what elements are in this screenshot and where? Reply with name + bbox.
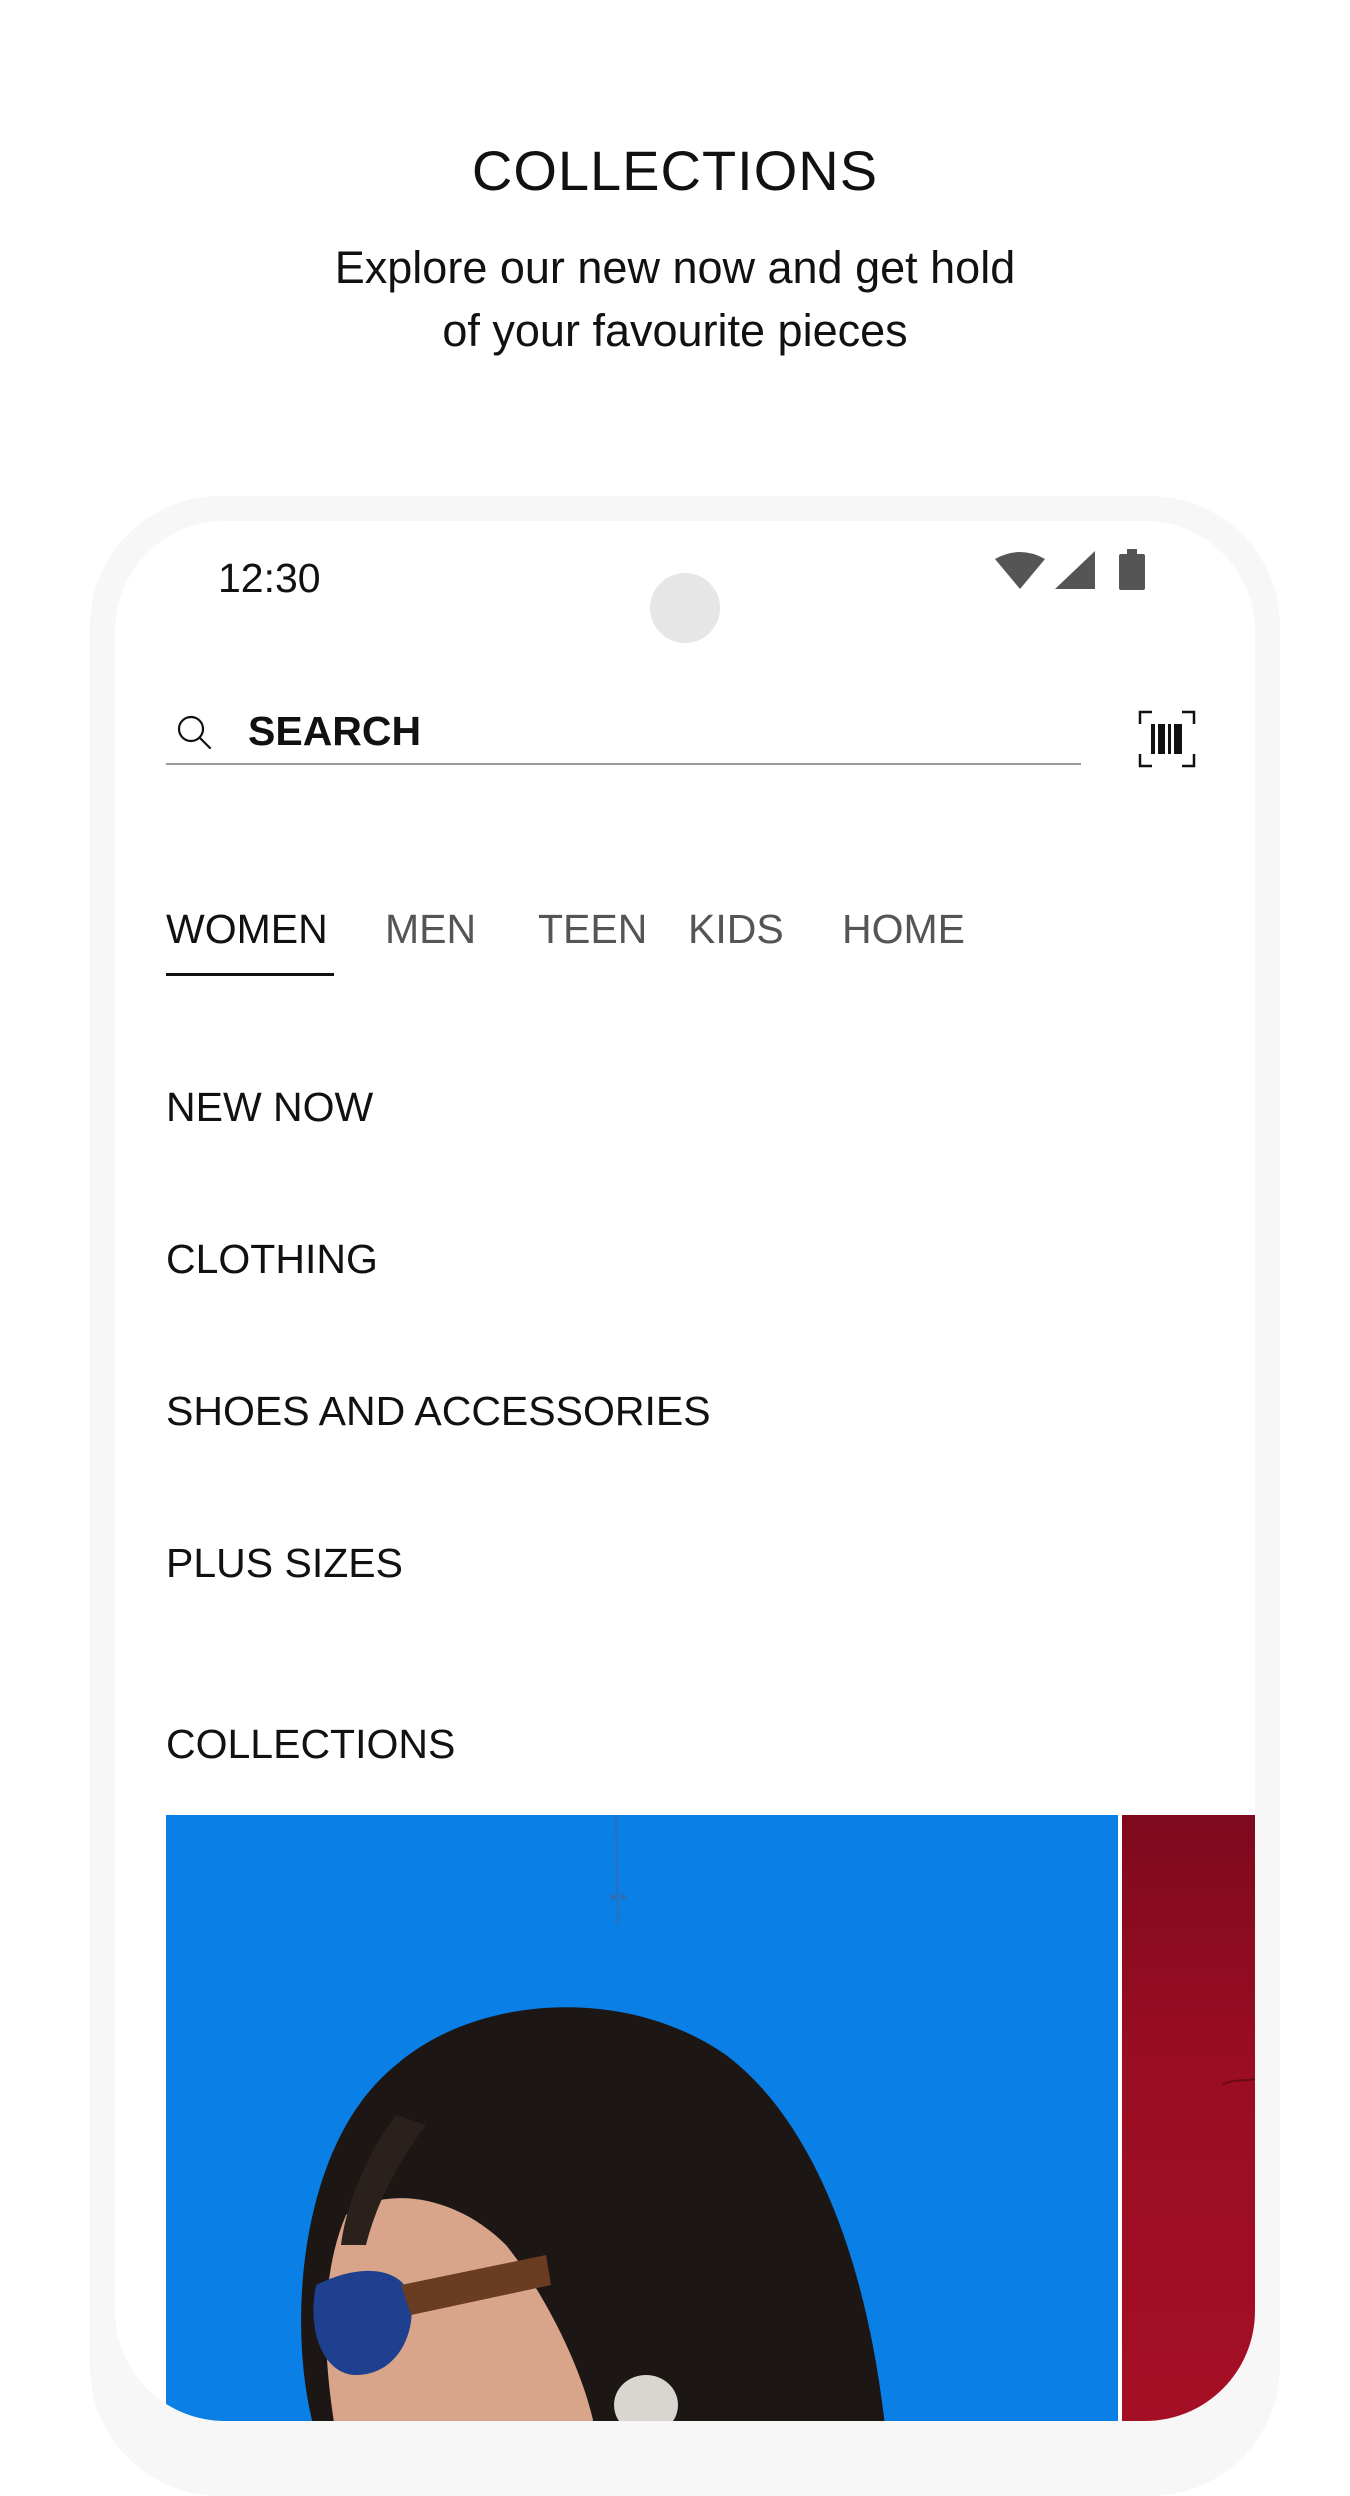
collections-heading: COLLECTIONS (166, 1721, 456, 1767)
promo-title: COLLECTIONS (471, 139, 879, 202)
menu-item-clothing[interactable]: CLOTHING (166, 1236, 378, 1283)
signal-icon (1055, 551, 1095, 589)
barcode-scanner-icon[interactable] (1138, 710, 1196, 768)
status-time: 12:30 (218, 555, 321, 601)
active-tab-indicator (166, 973, 334, 976)
promo-subtitle-line-2: of your favourite pieces (442, 305, 908, 356)
wifi-icon (995, 552, 1045, 589)
menu-item-shoes-and-accessories[interactable]: SHOES AND ACCESSORIES (166, 1388, 711, 1435)
tab-teen[interactable]: TEEN (538, 906, 647, 953)
tab-men[interactable]: MEN (385, 906, 476, 953)
front-camera (650, 573, 720, 643)
menu-item-plus-sizes[interactable]: PLUS SIZES (166, 1540, 403, 1587)
search-icon (177, 715, 212, 750)
promo-subtitle-line-1: Explore our new now and get hold (334, 242, 1016, 293)
tab-women[interactable]: WOMEN (166, 906, 328, 953)
collection-card-image-secondary[interactable] (1122, 1815, 1255, 2421)
search-input[interactable] (248, 701, 1048, 761)
promo-subtitle: Explore our new now and get hold of your… (300, 236, 1050, 362)
tab-kids[interactable]: KIDS (688, 906, 784, 953)
menu-item-new-now[interactable]: NEW NOW (166, 1084, 373, 1131)
tab-home[interactable]: HOME (842, 906, 965, 953)
battery-icon (1119, 549, 1145, 590)
collection-card-image[interactable] (166, 1815, 1118, 2421)
status-icons (995, 549, 1175, 599)
search-bar[interactable] (166, 701, 1081, 765)
device-screen: 12:30 WOMEN (115, 521, 1255, 2421)
